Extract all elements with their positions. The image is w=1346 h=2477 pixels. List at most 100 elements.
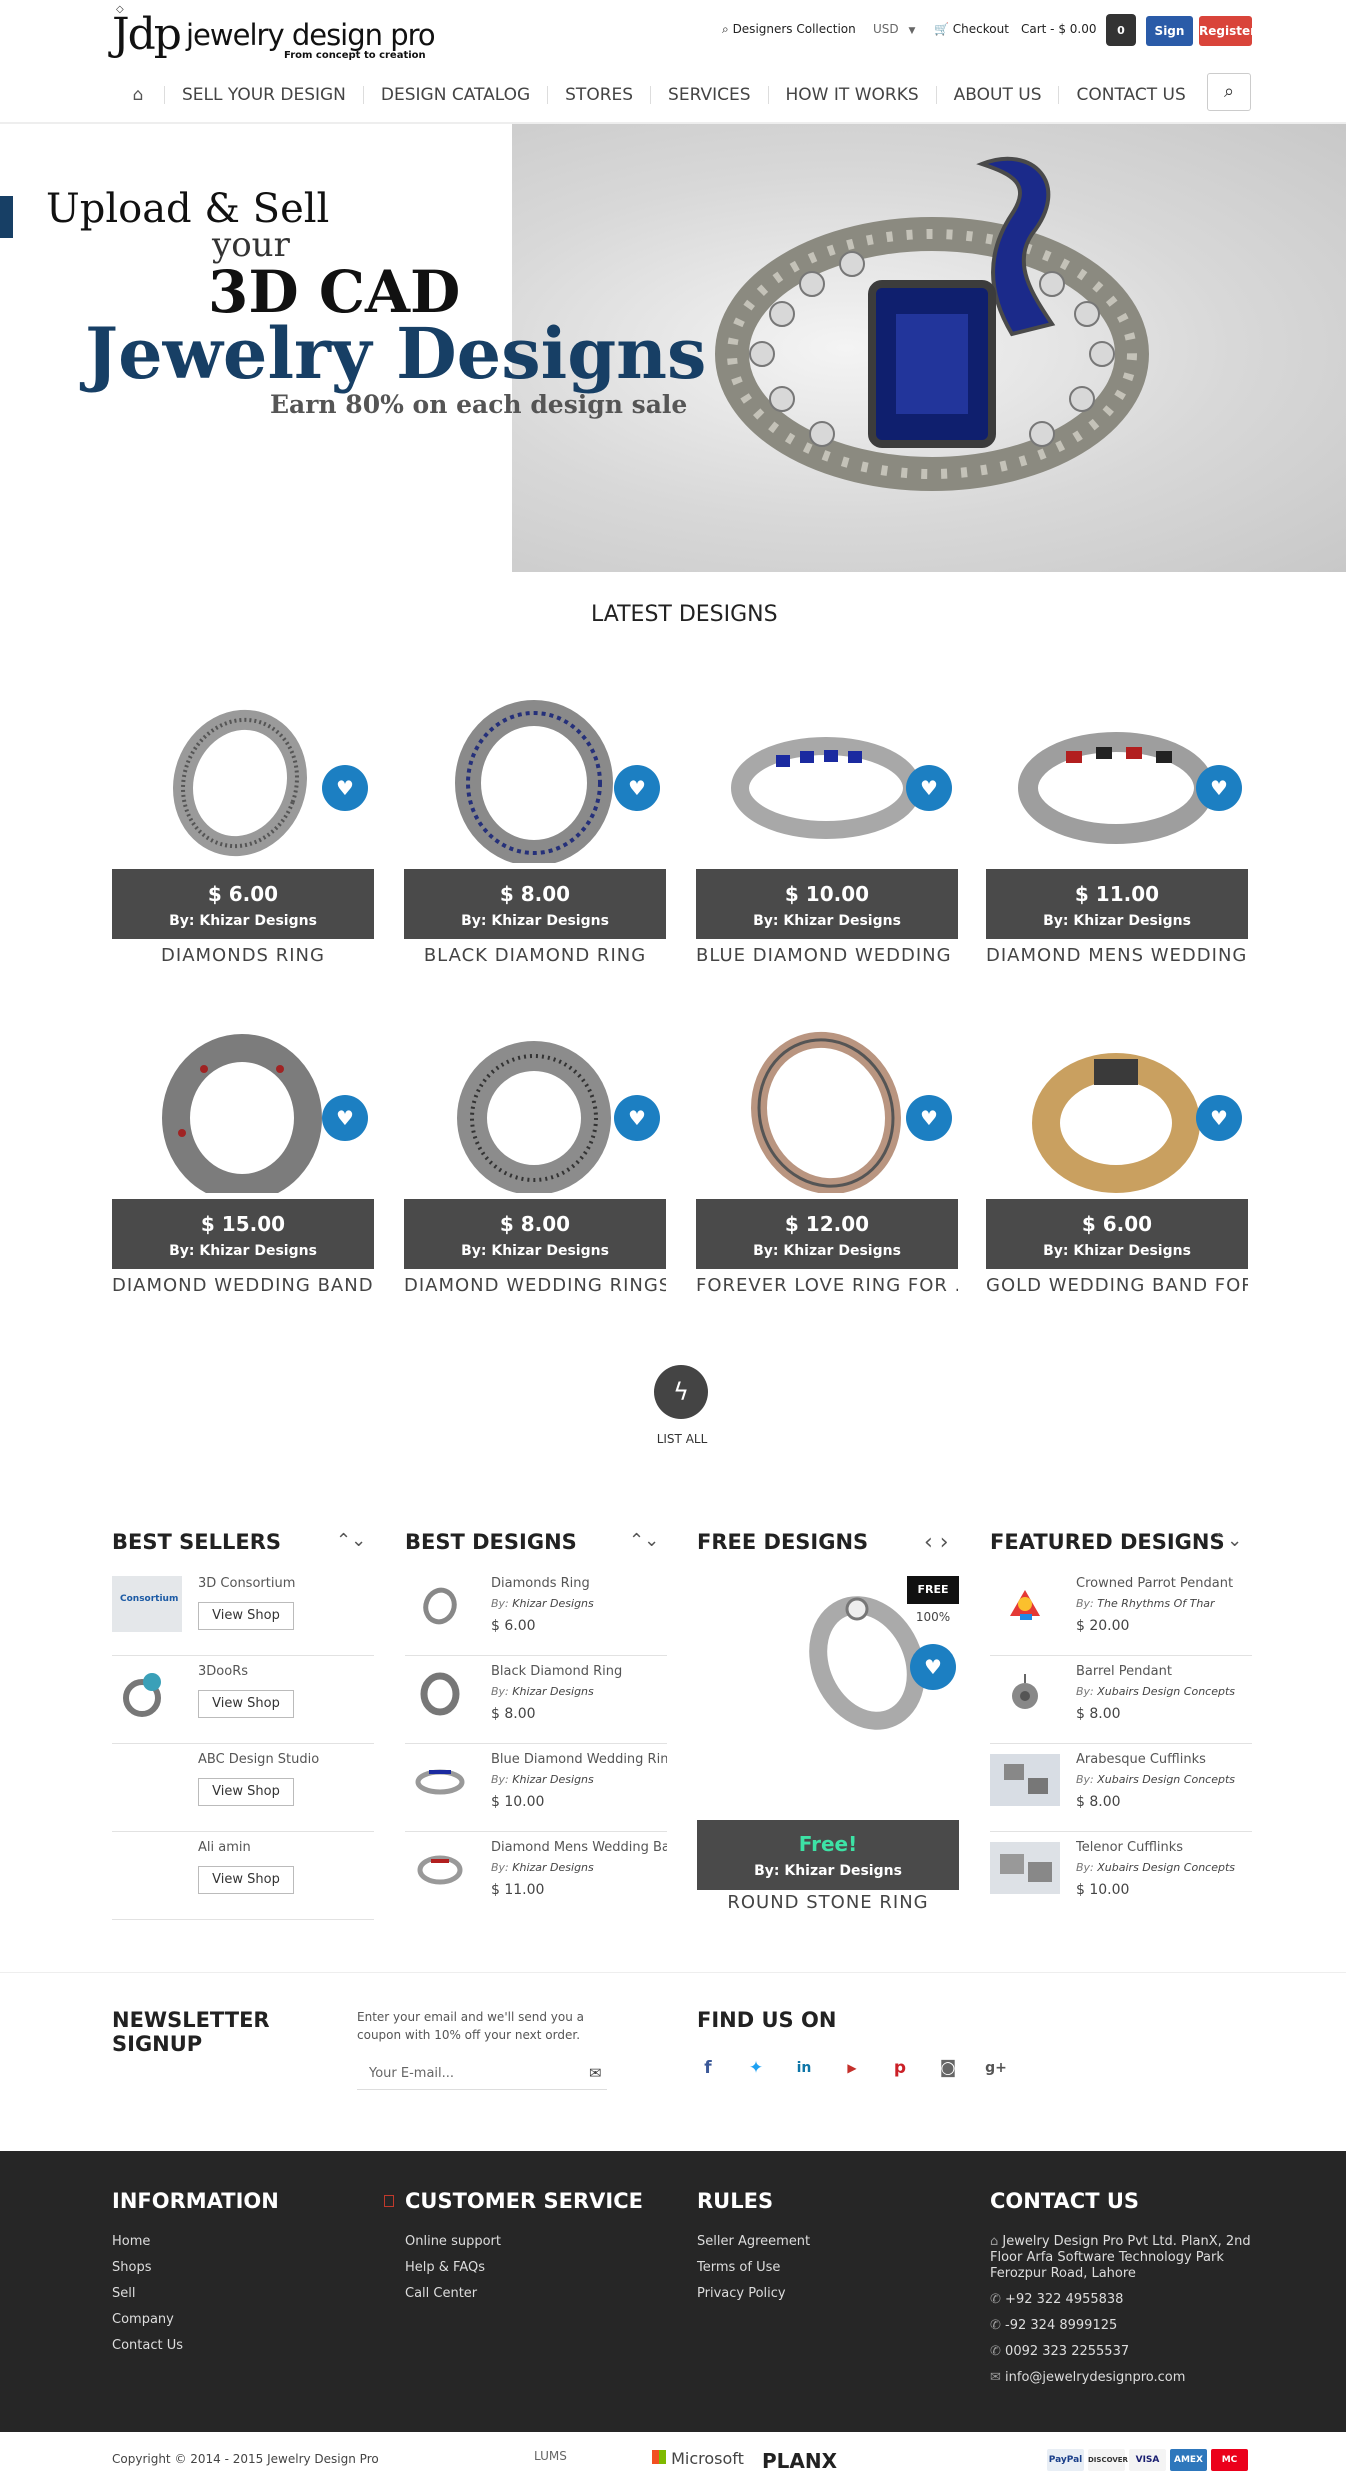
- logo-name[interactable]: jewelry design pro: [186, 18, 436, 52]
- cart-bag-icon[interactable]: 0: [1106, 14, 1136, 46]
- product-card[interactable]: ♥ $ 8.00 By: Khizar Designs Diamond Wedd…: [404, 1003, 666, 1303]
- carousel-arrows[interactable]: ‹ ›: [924, 1530, 949, 1555]
- shop-logo[interactable]: [112, 1664, 182, 1720]
- list-item[interactable]: Barrel Pendant By: Xubairs Design Concep…: [990, 1656, 1252, 1744]
- view-shop-button[interactable]: View Shop: [198, 1866, 294, 1894]
- item-name[interactable]: Telenor Cufflinks: [1076, 1840, 1252, 1855]
- twitter-icon[interactable]: ✦: [745, 2057, 767, 2079]
- shop-logo[interactable]: Consortium: [112, 1576, 182, 1632]
- footer-link-sell[interactable]: Sell: [112, 2286, 135, 2301]
- product-name[interactable]: Diamond Wedding Band...: [112, 1275, 374, 1296]
- product-name[interactable]: Gold Wedding Band For...: [986, 1275, 1248, 1296]
- checkout-link[interactable]: 🛒 Checkout: [934, 22, 1009, 36]
- view-shop-button[interactable]: View Shop: [198, 1778, 294, 1806]
- linkedin-icon[interactable]: in: [793, 2057, 815, 2079]
- youtube-icon[interactable]: ▶: [841, 2057, 863, 2079]
- product-author[interactable]: By: Khizar Designs: [986, 1243, 1248, 1259]
- nav-about-us[interactable]: About Us: [935, 86, 1059, 104]
- footer-link-company[interactable]: Company: [112, 2312, 174, 2327]
- shop-logo[interactable]: [112, 1840, 182, 1896]
- product-card[interactable]: ♥ $ 6.00 By: Khizar Designs Diamonds Rin…: [112, 673, 374, 973]
- list-all-link[interactable]: List All: [652, 1432, 712, 1446]
- product-card[interactable]: ♥ $ 6.00 By: Khizar Designs Gold Wedding…: [986, 1003, 1248, 1303]
- item-name[interactable]: Black Diamond Ring: [491, 1664, 667, 1679]
- facebook-icon[interactable]: f: [697, 2057, 719, 2079]
- logo-mark[interactable]: Jdp: [112, 10, 182, 60]
- product-author[interactable]: By: Khizar Designs: [404, 1243, 666, 1259]
- product-card[interactable]: ♥ $ 15.00 By: Khizar Designs Diamond Wed…: [112, 1003, 374, 1303]
- heart-icon[interactable]: ♥: [906, 765, 952, 811]
- footer-link-seller-agreement[interactable]: Seller Agreement: [697, 2234, 810, 2249]
- item-name[interactable]: Diamonds Ring: [491, 1576, 667, 1591]
- carousel-arrows[interactable]: ⌃⌄: [1212, 1530, 1242, 1551]
- product-author[interactable]: By: Khizar Designs: [112, 913, 374, 929]
- carousel-arrows[interactable]: ⌃⌄: [629, 1530, 659, 1551]
- product-card[interactable]: ♥ $ 12.00 By: Khizar Designs Forever Lov…: [696, 1003, 958, 1303]
- footer-link-privacy[interactable]: Privacy Policy: [697, 2286, 786, 2301]
- nav-how-it-works[interactable]: How It Works: [767, 86, 936, 104]
- envelope-icon[interactable]: ✉: [589, 2064, 602, 2082]
- email-input[interactable]: Your E-mail...: [357, 2058, 607, 2090]
- product-name[interactable]: Round Stone Ring: [697, 1892, 959, 1913]
- product-author[interactable]: By: Khizar Designs: [696, 1243, 958, 1259]
- register-button[interactable]: Register: [1199, 16, 1256, 46]
- nav-contact-us[interactable]: Contact Us: [1058, 86, 1202, 104]
- footer-link-shops[interactable]: Shops: [112, 2260, 151, 2275]
- heart-icon[interactable]: ♥: [1196, 1095, 1242, 1141]
- list-item[interactable]: Arabesque Cufflinks By: Xubairs Design C…: [990, 1744, 1252, 1832]
- product-card[interactable]: ♥ $ 10.00 By: Khizar Designs Blue Diamon…: [696, 673, 958, 973]
- product-name[interactable]: Diamond Mens Wedding ...: [986, 945, 1248, 966]
- designers-collection-link[interactable]: ⌕ Designers Collection: [722, 22, 856, 37]
- sign-in-button[interactable]: Sign In: [1146, 16, 1193, 68]
- product-name[interactable]: Forever Love Ring For ...: [696, 1275, 958, 1296]
- product-name[interactable]: Diamond Wedding Rings...: [404, 1275, 666, 1296]
- product-card[interactable]: ♥ $ 8.00 By: Khizar Designs Black Diamon…: [404, 673, 666, 973]
- footer-link-online-support[interactable]: Online support: [405, 2234, 501, 2249]
- heart-icon[interactable]: ♥: [910, 1644, 956, 1690]
- heart-icon[interactable]: ♥: [614, 765, 660, 811]
- nav-stores[interactable]: Stores: [547, 86, 650, 104]
- footer-link-call-center[interactable]: Call Center: [405, 2286, 477, 2301]
- currency-select[interactable]: USD ▼: [873, 22, 915, 36]
- item-name[interactable]: Diamond Mens Wedding Ba...: [491, 1840, 667, 1855]
- contact-email[interactable]: ✉ info@jewelrydesignpro.com: [990, 2370, 1185, 2385]
- view-shop-button[interactable]: View Shop: [198, 1690, 294, 1718]
- heart-icon[interactable]: ♥: [1196, 765, 1242, 811]
- item-name[interactable]: Blue Diamond Wedding Ring: [491, 1752, 667, 1767]
- nav-sell-your-design[interactable]: Sell Your Design: [164, 86, 363, 104]
- product-name[interactable]: Black Diamond Ring: [404, 945, 666, 966]
- list-item[interactable]: Black Diamond Ring By: Khizar Designs $ …: [405, 1656, 667, 1744]
- list-item[interactable]: Crowned Parrot Pendant By: The Rhythms O…: [990, 1568, 1252, 1656]
- footer-link-contact[interactable]: Contact Us: [112, 2338, 183, 2353]
- footer-link-terms[interactable]: Terms of Use: [697, 2260, 780, 2275]
- nav-design-catalog[interactable]: Design Catalog: [362, 86, 547, 104]
- shop-logo[interactable]: [112, 1752, 182, 1808]
- list-item[interactable]: Blue Diamond Wedding Ring By: Khizar Des…: [405, 1744, 667, 1832]
- list-item[interactable]: Diamond Mens Wedding Ba... By: Khizar De…: [405, 1832, 667, 1920]
- instagram-icon[interactable]: ◙: [937, 2057, 959, 2079]
- lightning-icon[interactable]: ϟ: [654, 1365, 708, 1419]
- search-button[interactable]: ⌕: [1207, 73, 1251, 111]
- shop-name[interactable]: Ali amin: [198, 1840, 251, 1855]
- product-author[interactable]: By: Khizar Designs: [696, 913, 958, 929]
- heart-icon[interactable]: ♥: [322, 765, 368, 811]
- home-icon[interactable]: ⌂: [112, 85, 164, 105]
- cart-total[interactable]: Cart - $ 0.00: [1021, 22, 1097, 36]
- shop-name[interactable]: 3DooRs: [198, 1664, 248, 1679]
- pinterest-icon[interactable]: p: [889, 2057, 911, 2079]
- product-author[interactable]: By: Khizar Designs: [404, 913, 666, 929]
- product-name[interactable]: Blue Diamond Wedding ...: [696, 945, 958, 966]
- product-author[interactable]: By: Khizar Designs: [986, 913, 1248, 929]
- heart-icon[interactable]: ♥: [614, 1095, 660, 1141]
- product-author[interactable]: By: Khizar Designs: [112, 1243, 374, 1259]
- carousel-arrows[interactable]: ⌃⌄: [336, 1530, 366, 1551]
- footer-link-home[interactable]: Home: [112, 2234, 150, 2249]
- heart-icon[interactable]: ♥: [322, 1095, 368, 1141]
- google-plus-icon[interactable]: g+: [985, 2057, 1007, 2079]
- nav-services[interactable]: Services: [650, 86, 767, 104]
- list-item[interactable]: Telenor Cufflinks By: Xubairs Design Con…: [990, 1832, 1252, 1920]
- view-shop-button[interactable]: View Shop: [198, 1602, 294, 1630]
- shop-name[interactable]: 3D Consortium: [198, 1576, 295, 1591]
- list-item[interactable]: Diamonds Ring By: Khizar Designs $ 6.00: [405, 1568, 667, 1656]
- shop-name[interactable]: ABC Design Studio: [198, 1752, 319, 1767]
